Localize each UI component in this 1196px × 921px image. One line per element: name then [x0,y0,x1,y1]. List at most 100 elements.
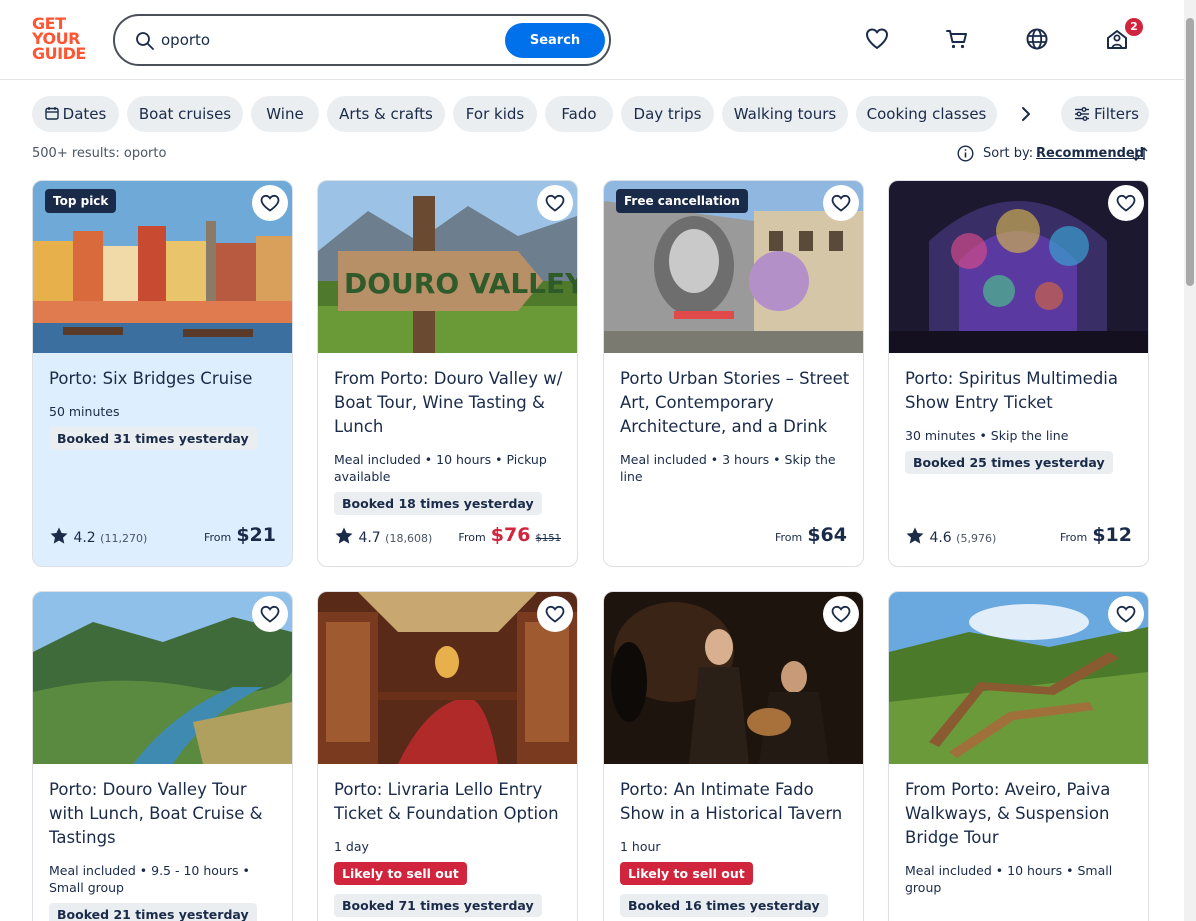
price-amount: $64 [807,524,847,546]
chip-day-trips[interactable]: Day trips [621,96,714,132]
star-icon [906,527,924,544]
card-title[interactable]: Porto: Spiritus Multimedia Show Entry Ti… [905,367,1137,415]
card-title[interactable]: Porto: Douro Valley Tour with Lunch, Boa… [49,778,281,850]
card-rating: 4.6 (5,976) [905,526,996,548]
heart-icon [831,194,851,212]
card-image-paiva-walkways[interactable] [889,592,1148,764]
card-title[interactable]: Porto: Six Bridges Cruise [49,367,281,391]
search-input[interactable] [161,28,491,52]
price-from-label: From [203,531,232,544]
card-rating: 4.7 (18,608) [334,526,432,548]
card-title[interactable]: From Porto: Aveiro, Paiva Walkways, & Su… [905,778,1137,850]
card-meta: Meal included • 3 hours • Skip the line [620,452,836,484]
review-count: (18,608) [385,532,433,545]
scrollbar-thumb[interactable] [1186,18,1194,286]
wishlist-button[interactable] [1108,596,1144,632]
cart-icon[interactable] [944,26,970,52]
sort-label: Sort by: [983,146,1034,161]
card-image-spiritus-light-show[interactable] [889,181,1148,353]
activity-card[interactable]: Porto: An Intimate Fado Show in a Histor… [603,591,864,921]
card-image-douro-valley-sign[interactable]: DOURO VALLEY [318,181,577,353]
card-price: From $12 [1060,524,1132,550]
card-image-porto-riverside[interactable]: Top pick [33,181,292,353]
activity-card[interactable]: From Porto: Aveiro, Paiva Walkways, & Su… [888,591,1149,921]
logo-line-3: GUIDE [32,44,86,63]
heart-icon [260,605,280,623]
heart-icon[interactable] [864,26,890,52]
wishlist-button[interactable] [537,185,573,221]
chip-arts-crafts[interactable]: Arts & crafts [327,96,445,132]
price-from-label: From [1059,531,1088,544]
wishlist-button[interactable] [1108,185,1144,221]
wishlist-button[interactable] [823,596,859,632]
free-cancellation-tag: Free cancellation [616,189,748,213]
heart-icon [260,194,280,212]
heart-icon [1116,194,1136,212]
card-title[interactable]: From Porto: Douro Valley w/ Boat Tour, W… [334,367,566,439]
card-image-fado-show[interactable] [604,592,863,764]
chip-dates[interactable]: Dates [32,96,119,132]
chip-walking-tours[interactable]: Walking tours [722,96,848,132]
chip-wine[interactable]: Wine [251,96,319,132]
results-count: 500+ results: oporto [32,146,167,161]
sort-icon[interactable] [1131,145,1149,163]
rating-value: 4.6 [929,530,952,546]
chevron-right-icon[interactable] [1014,104,1038,124]
card-image-street-art-mural[interactable]: Free cancellation [604,181,863,353]
search-button[interactable]: Search [505,23,605,58]
activity-card[interactable]: Free cancellation Porto Urban Stories – … [603,180,864,567]
activity-card[interactable]: DOURO VALLEY From Porto: Douro Valley w/… [317,180,578,567]
booked-badge: Booked 31 times yesterday [49,427,257,450]
chip-cooking-classes[interactable]: Cooking classes [856,96,997,132]
activity-card[interactable]: Top pick Porto: Six Bridges Cruise 50 mi… [32,180,293,567]
card-image-douro-river-valley[interactable] [33,592,292,764]
card-meta: Meal included • 10 hours • Pickup availa… [334,452,547,484]
heart-icon [545,194,565,212]
calendar-icon [44,107,59,120]
filters-label: Filters [1094,105,1139,123]
heart-icon [831,605,851,623]
activity-card[interactable]: Porto: Douro Valley Tour with Lunch, Boa… [32,591,293,921]
heart-icon [1116,605,1136,623]
sort-dropdown[interactable]: Recommended [1036,146,1144,161]
card-title[interactable]: Porto: Livraria Lello Entry Ticket & Fou… [334,778,566,826]
search-icon [136,32,154,50]
site-header: GET YOUR GUIDE Search 2 [0,0,1184,80]
card-title[interactable]: Porto: An Intimate Fado Show in a Histor… [620,778,852,826]
filters-button[interactable]: Filters [1061,96,1149,132]
info-icon[interactable] [957,145,974,162]
card-meta: 50 minutes [49,404,120,419]
sort-control: Sort by: Recommended [957,144,1149,164]
getyourguide-logo[interactable]: GET YOUR GUIDE [32,16,90,64]
search-bar: Search [113,14,611,66]
chip-boat-cruises[interactable]: Boat cruises [127,96,243,132]
wishlist-button[interactable] [823,185,859,221]
booked-badge: Booked 21 times yesterday [49,903,257,921]
star-icon [335,527,353,544]
wishlist-button[interactable] [252,185,288,221]
star-icon [50,527,68,544]
card-rating: 4.2 (11,270) [49,526,147,548]
card-meta: 1 hour [620,839,661,854]
card-price: From $21 [204,524,276,550]
card-title[interactable]: Porto Urban Stories – Street Art, Contem… [620,367,852,439]
globe-icon[interactable] [1024,26,1050,52]
card-meta: Meal included • 10 hours • Small group [905,863,1113,895]
heart-icon [545,605,565,623]
top-pick-tag: Top pick [45,189,117,213]
likely-to-sell-out-badge: Likely to sell out [620,862,753,885]
wishlist-button[interactable] [252,596,288,632]
activity-card[interactable]: Porto: Livraria Lello Entry Ticket & Fou… [317,591,578,921]
card-price: From $76 $151 [458,524,561,550]
booked-badge: Booked 18 times yesterday [334,492,542,515]
original-price: $151 [535,533,561,544]
card-meta: 30 minutes • Skip the line [905,428,1069,443]
card-image-livraria-lello[interactable] [318,592,577,764]
page-scrollbar[interactable] [1184,0,1196,921]
activity-card[interactable]: Porto: Spiritus Multimedia Show Entry Ti… [888,180,1149,567]
wishlist-button[interactable] [537,596,573,632]
chip-for-kids[interactable]: For kids [453,96,537,132]
review-count: (5,976) [956,532,997,545]
card-price: From $64 [775,524,847,550]
chip-fado[interactable]: Fado [545,96,613,132]
